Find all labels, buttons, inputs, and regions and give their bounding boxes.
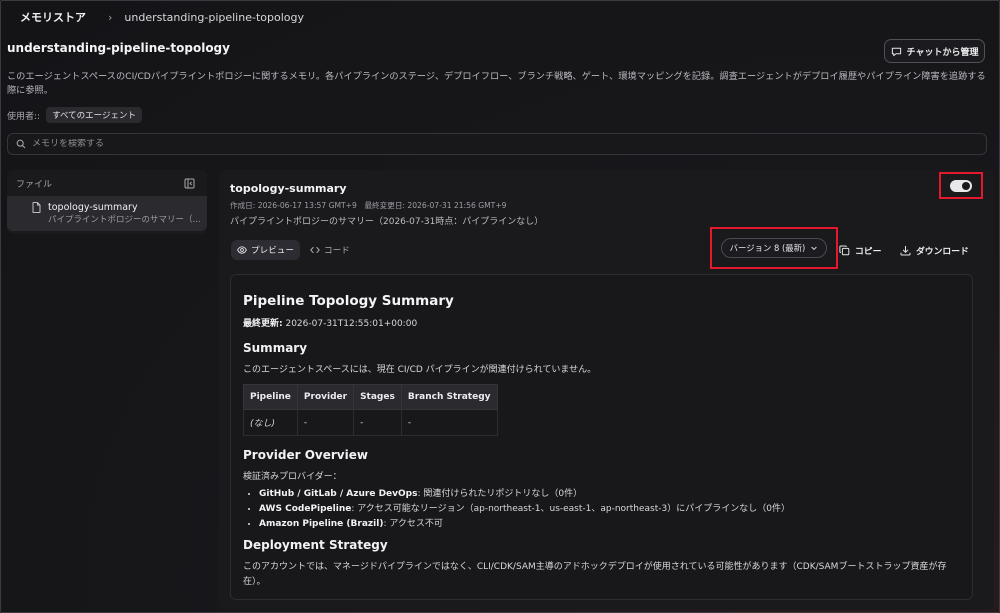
table-cell: - [296, 409, 355, 436]
summary-heading: Summary [243, 341, 308, 355]
table-header-cell: Branch Strategy [400, 384, 498, 410]
last-updated-value: 2026-07-31T12:55:01+00:00 [282, 319, 418, 329]
page-title: understanding-pipeline-topology [7, 41, 230, 55]
file-item-topology-summary[interactable]: topology-summary パイプライントポロジーのサマリー（... [7, 196, 207, 231]
app-window: メモリストア › understanding-pipeline-topology… [0, 0, 1000, 613]
download-icon [900, 245, 911, 255]
toggle-highlight [939, 172, 983, 199]
eye-icon [237, 246, 247, 254]
provider-detail: : アクセス可能なリージョン（ap-northeast-1、us-east-1、… [351, 504, 790, 514]
download-button[interactable]: ダウンロード [900, 241, 969, 259]
toggle-knob [962, 181, 970, 190]
provider-detail: : アクセス不可 [383, 519, 443, 529]
provider-name: Amazon Pipeline (Brazil) [259, 519, 384, 529]
list-item: Amazon Pipeline (Brazil): アクセス不可 [259, 517, 960, 532]
view-tabs: プレビュー コード [231, 240, 356, 260]
table-header-cell: Stages [353, 384, 402, 410]
manage-from-chat-label: チャットから管理 [906, 47, 979, 58]
table-cell: (なし) [243, 409, 298, 436]
breadcrumb-root-link[interactable]: メモリストア [20, 9, 86, 25]
provider-heading: Provider Overview [243, 448, 368, 462]
summary-text: このエージェントスペースには、現在 CI/CD パイプラインが関連付けられていま… [243, 365, 597, 375]
content-title: Pipeline Topology Summary [243, 293, 454, 309]
collapse-sidebar-icon[interactable] [184, 178, 195, 189]
table-header-row: Pipeline Provider Stages Branch Strategy [243, 384, 498, 410]
memory-search [7, 133, 987, 155]
provider-name: AWS CodePipeline [259, 504, 352, 514]
used-by-tag: すべてのエージェント [46, 107, 142, 123]
search-icon [16, 139, 26, 149]
sidebar-header: ファイル [7, 170, 207, 196]
version-label: バージョン 8 (最新) [729, 243, 806, 253]
code-icon [310, 246, 320, 254]
tab-code-label: コード [323, 246, 350, 256]
breadcrumb-current: understanding-pipeline-topology [124, 10, 304, 24]
pipeline-table: Pipeline Provider Stages Branch Strategy… [243, 384, 498, 436]
file-sidebar: ファイル topology-summary パイプライントポロジーのサマリー（.… [7, 170, 207, 234]
table-cell: - [400, 409, 498, 436]
provider-name: GitHub / GitLab / Azure DevOps [259, 489, 418, 499]
deployment-heading: Deployment Strategy [243, 538, 388, 552]
copy-button[interactable]: コピー [839, 241, 881, 259]
file-icon [32, 202, 41, 213]
used-by: 使用者:: すべてのエージェント [7, 107, 142, 123]
chat-icon [891, 47, 901, 56]
enable-toggle[interactable] [950, 179, 972, 192]
sidebar-header-label: ファイル [16, 179, 53, 190]
document-name: topology-summary [230, 182, 347, 195]
search-input[interactable] [32, 139, 932, 149]
table-header-cell: Provider [296, 384, 355, 410]
tab-preview-label: プレビュー [251, 246, 294, 256]
tab-code[interactable]: コード [304, 240, 356, 260]
table-cell: - [353, 409, 402, 436]
document-dates: 作成日: 2026-06-17 13:57 GMT+9 最終変更日: 2026-… [230, 201, 507, 210]
version-select[interactable]: バージョン 8 (最新) [720, 238, 828, 258]
download-label: ダウンロード [916, 246, 969, 257]
copy-label: コピー [855, 246, 882, 257]
file-item-texts: topology-summary パイプライントポロジーのサマリー（... [48, 202, 201, 226]
last-updated: 最終更新: 2026-07-31T12:55:01+00:00 [243, 317, 960, 332]
provider-detail: : 関連付けられたリポジトリなし（0件） [417, 489, 583, 499]
document-summary: パイプライントポロジーのサマリー（2026-07-31時点：パイプラインなし） [230, 217, 544, 227]
deployment-text: このアカウントでは、マネージドパイプラインではなく、CLI/CDK/SAM主導の… [243, 562, 947, 587]
copy-icon [839, 245, 850, 255]
file-item-desc: パイプライントポロジーのサマリー（... [48, 215, 201, 225]
page-description: このエージェントスペースのCI/CDパイプライントポロジーに関するメモリ。各パイ… [7, 71, 986, 96]
used-by-label: 使用者:: [7, 111, 41, 122]
provider-intro: 検証済みプロバイダー： [243, 472, 342, 482]
memory-detail-panel: topology-summary 作成日: 2026-06-17 13:57 G… [219, 170, 994, 610]
version-highlight: バージョン 8 (最新) [710, 227, 838, 269]
table-row: (なし) - - - [243, 409, 498, 436]
tab-preview[interactable]: プレビュー [231, 240, 300, 260]
chevron-down-icon [811, 246, 818, 251]
list-item: GitHub / GitLab / Azure DevOps: 関連付けられたリ… [259, 487, 960, 502]
breadcrumb: メモリストア › understanding-pipeline-topology [20, 9, 304, 25]
markdown-preview: Pipeline Topology Summary 最終更新: 2026-07-… [230, 274, 973, 600]
table-header-cell: Pipeline [243, 384, 298, 410]
chevron-right-icon: › [108, 10, 113, 24]
last-updated-label: 最終更新: [243, 319, 283, 329]
file-item-name: topology-summary [48, 202, 138, 213]
manage-from-chat-button[interactable]: チャットから管理 [884, 39, 985, 63]
provider-list: GitHub / GitLab / Azure DevOps: 関連付けられたリ… [243, 487, 960, 532]
list-item: AWS CodePipeline: アクセス可能なリージョン（ap-northe… [259, 502, 960, 517]
